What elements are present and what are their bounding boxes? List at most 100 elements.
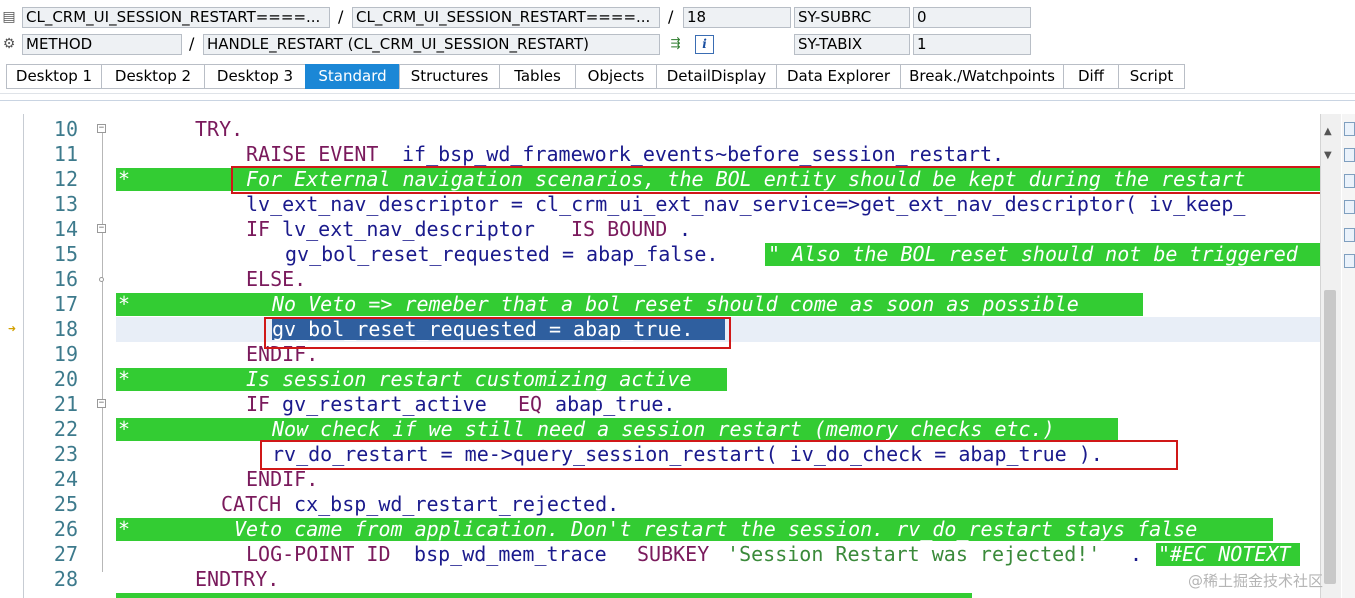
line-number: 22 <box>53 417 78 441</box>
comment-marker: * <box>118 292 131 316</box>
tab-tables[interactable]: Tables <box>499 64 575 89</box>
highlight-box-line-23 <box>260 440 1178 470</box>
side-toolbar <box>1342 114 1355 598</box>
code-comment: Now check if we still need a session res… <box>272 417 1055 441</box>
line-number: 14 <box>53 217 78 241</box>
comment-marker: * <box>118 417 131 441</box>
header-row-2: ⚙ METHOD / HANDLE_RESTART (CL_CRM_UI_SES… <box>0 31 1355 57</box>
side-button-icon[interactable] <box>1344 148 1355 162</box>
sysfield-value-1[interactable]: 0 <box>913 7 1031 28</box>
comment-highlight <box>116 593 972 598</box>
sysfield-name-2[interactable]: SY-TABIX <box>794 34 910 55</box>
code-line: 28 ENDTRY. <box>0 567 1320 592</box>
line-number: 25 <box>53 492 78 516</box>
code-string: 'Session Restart was rejected!' <box>715 542 1101 566</box>
code-keyword: IF <box>246 392 271 416</box>
scroll-down-icon[interactable]: ▼ <box>1324 150 1332 161</box>
divider <box>0 93 1355 97</box>
comment-marker: * <box>118 167 131 191</box>
navigate-icon[interactable]: ⇶ <box>666 35 685 54</box>
line-number: 23 <box>53 442 78 466</box>
divider <box>0 100 1355 105</box>
code-text: gv_bol_reset_requested = abap_false. <box>285 242 719 266</box>
code-text: bsp_wd_mem_trace <box>402 542 619 566</box>
side-button-icon[interactable] <box>1344 200 1355 214</box>
code-text: if_bsp_wd_framework_events~before_sessio… <box>402 142 1005 166</box>
code-line: 16 ELSE. <box>0 267 1320 292</box>
tab-desktop-1[interactable]: Desktop 1 <box>6 64 101 89</box>
tab-break-watchpoints[interactable]: Break./Watchpoints <box>900 64 1063 89</box>
sysfield-value-2[interactable]: 1 <box>913 34 1031 55</box>
code-line: 22 * Now check if we still need a sessio… <box>0 417 1320 442</box>
tab-diff[interactable]: Diff <box>1063 64 1118 89</box>
execution-pointer-icon: ➜ <box>8 322 16 337</box>
fold-toggle-icon[interactable]: − <box>97 124 106 133</box>
code-line: 20 * Is session restart customizing acti… <box>0 367 1320 392</box>
code-line: 27 LOG-POINT ID bsp_wd_mem_trace SUBKEY … <box>0 542 1320 567</box>
vertical-scrollbar[interactable]: ▲ ▼ <box>1320 114 1341 598</box>
debugger-tabs: Desktop 1 Desktop 2 Desktop 3 Standard S… <box>6 64 1185 89</box>
line-number: 18 <box>53 317 78 341</box>
line-number: 17 <box>53 292 78 316</box>
code-keyword: CATCH <box>221 492 282 516</box>
scroll-up-icon[interactable]: ▲ <box>1324 126 1332 137</box>
code-text: TRY. <box>195 117 244 141</box>
tab-detaildisplay[interactable]: DetailDisplay <box>656 64 776 89</box>
line-number: 12 <box>53 167 78 191</box>
tab-desktop-2[interactable]: Desktop 2 <box>101 64 204 89</box>
code-keyword: ENDIF. <box>246 467 319 491</box>
fold-toggle-icon[interactable]: − <box>97 399 106 408</box>
code-line: 24 ENDIF. <box>0 467 1320 492</box>
tab-structures[interactable]: Structures <box>399 64 499 89</box>
tab-objects[interactable]: Objects <box>575 64 656 89</box>
event-field[interactable]: HANDLE_RESTART (CL_CRM_UI_SESSION_RESTAR… <box>203 34 660 55</box>
line-number: 11 <box>53 142 78 166</box>
code-text: cx_bsp_wd_restart_rejected. <box>282 492 620 516</box>
code-keyword: ENDTRY. <box>195 567 280 591</box>
watermark: @稀土掘金技术社区 <box>1188 572 1324 590</box>
source-code-editor[interactable]: 10 − TRY. 11 RAISE EVENT if_bsp_wd_frame… <box>0 114 1320 598</box>
code-keyword: IS BOUND <box>571 217 668 241</box>
tab-data-explorer[interactable]: Data Explorer <box>776 64 900 89</box>
comment-marker: * <box>118 367 131 391</box>
code-comment: Is session restart customizing active <box>246 367 692 391</box>
include-field[interactable]: CL_CRM_UI_SESSION_RESTART====... <box>352 7 660 28</box>
highlight-box-line-18 <box>264 317 731 349</box>
program-field[interactable]: CL_CRM_UI_SESSION_RESTART====... <box>22 7 330 28</box>
sysfield-name-1[interactable]: SY-SUBRC <box>794 7 910 28</box>
line-number: 26 <box>53 517 78 541</box>
fold-point <box>99 277 104 282</box>
code-keyword: RAISE EVENT <box>246 142 391 166</box>
block-kind-field[interactable]: METHOD <box>22 34 182 55</box>
side-button-icon[interactable] <box>1344 174 1355 188</box>
side-button-icon[interactable] <box>1344 122 1355 136</box>
code-keyword: SUBKEY <box>637 542 710 566</box>
code-text: . <box>1130 542 1143 566</box>
code-text: lv_ext_nav_descriptor = cl_crm_ui_ext_na… <box>246 192 1246 216</box>
code-line: 21 − IF gv_restart_active EQ abap_true. <box>0 392 1320 417</box>
code-line: 17 * No Veto => remeber that a bol reset… <box>0 292 1320 317</box>
line-number: 21 <box>53 392 78 416</box>
scrollbar-thumb[interactable] <box>1324 290 1336 584</box>
line-number: 24 <box>53 467 78 491</box>
header-row-1: ▤ CL_CRM_UI_SESSION_RESTART====... / CL_… <box>0 4 1355 30</box>
line-number: 16 <box>53 267 78 291</box>
separator: / <box>189 34 195 53</box>
fold-toggle-icon[interactable]: − <box>97 224 106 233</box>
side-button-icon[interactable] <box>1344 228 1355 242</box>
side-button-icon[interactable] <box>1344 254 1355 268</box>
line-number: 20 <box>53 367 78 391</box>
code-text: lv_ext_nav_descriptor <box>270 217 547 241</box>
line-number-field[interactable]: 18 <box>683 7 791 28</box>
tab-script[interactable]: Script <box>1118 64 1185 89</box>
code-text: gv_restart_active <box>270 392 499 416</box>
line-number: 27 <box>53 542 78 566</box>
gear-icon: ⚙ <box>2 36 16 52</box>
code-comment: No Veto => remeber that a bol reset shou… <box>272 292 1079 316</box>
info-icon[interactable]: i <box>695 35 714 54</box>
code-line: 10 − TRY. <box>0 117 1320 142</box>
code-text: . <box>679 217 692 241</box>
code-comment: " Also the BOL reset should not be trigg… <box>768 242 1298 266</box>
tab-desktop-3[interactable]: Desktop 3 <box>204 64 305 89</box>
tab-standard[interactable]: Standard <box>305 64 399 89</box>
